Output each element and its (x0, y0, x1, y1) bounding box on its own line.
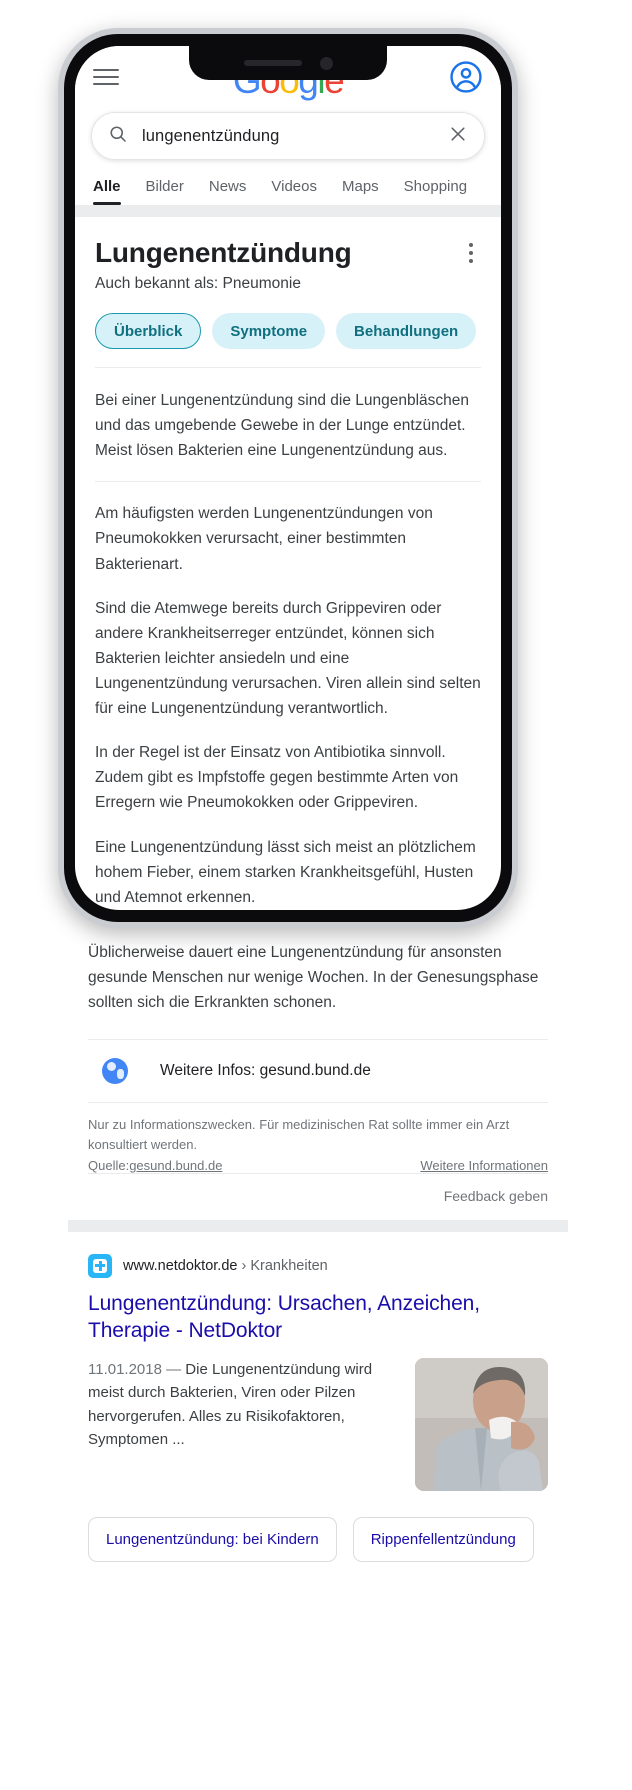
tab-alle[interactable]: Alle (93, 172, 121, 205)
medical-disclaimer: Nur zu Informationszwecken. Für medizini… (88, 1117, 510, 1153)
tab-bilder[interactable]: Bilder (146, 172, 184, 205)
related-searches: Lungenentzündung: bei Kindern Rippenfell… (68, 1491, 568, 1563)
result-date: 11.01.2018 — (88, 1361, 186, 1379)
hamburger-menu-icon[interactable] (93, 69, 119, 85)
search-tabs: Alle Bilder News Videos Maps Shopping (75, 172, 501, 206)
knowledge-panel: Lungenentzündung Auch bekannt als: Pneum… (75, 217, 501, 349)
phone-notch (189, 46, 387, 80)
related-chip-1[interactable]: Rippenfellentzündung (352, 1517, 534, 1563)
phone-bezel: Google lungenentzündung Alle Bilder News… (64, 34, 512, 922)
feedback-label[interactable]: Feedback geben (444, 1188, 548, 1204)
result-title[interactable]: Lungenentzündung: Ursachen, Anzeichen, T… (88, 1290, 548, 1345)
search-box[interactable]: lungenentzündung (91, 112, 485, 160)
kebab-menu-icon[interactable] (461, 237, 481, 263)
search-bar-container: lungenentzündung (75, 108, 501, 172)
screenshot-root: Üblicherweise dauert eine Lungenentzündu… (0, 0, 632, 1790)
chip-ueberblick[interactable]: Überblick (95, 313, 202, 349)
page-content-below-phone: Üblicherweise dauert eine Lungenentzündu… (68, 940, 568, 1563)
search-icon (108, 124, 128, 149)
kp-subtitle: Auch bekannt als: Pneumonie (95, 275, 301, 292)
tab-videos[interactable]: Videos (271, 172, 317, 205)
kp-body: Bei einer Lungenentzündung sind die Lung… (75, 367, 501, 910)
kp-paragraph-1: Bei einer Lungenentzündung sind die Lung… (95, 392, 470, 460)
result-domain: www.netdoktor.de (123, 1257, 238, 1274)
result-snippet: 11.01.2018 — Die Lungenentzündung wird m… (88, 1358, 399, 1491)
search-result[interactable]: www.netdoktor.de › Krankheiten Lungenent… (68, 1232, 568, 1492)
netdoktor-favicon-icon (88, 1253, 112, 1278)
search-input[interactable]: lungenentzündung (142, 127, 434, 146)
related-chip-0[interactable]: Lungenentzündung: bei Kindern (88, 1517, 337, 1563)
front-camera (319, 56, 333, 70)
result-thumbnail[interactable] (415, 1358, 548, 1492)
kp-title-row: Lungenentzündung (95, 237, 481, 269)
chip-symptome[interactable]: Symptome (212, 313, 326, 349)
feedback-row[interactable]: Feedback geben (88, 1172, 548, 1220)
kp-chip-row: Überblick Symptome Behandlungen U (95, 313, 481, 349)
result-url: www.netdoktor.de › Krankheiten (123, 1258, 328, 1274)
account-avatar-icon[interactable] (449, 60, 483, 94)
tab-shopping[interactable]: Shopping (404, 172, 467, 205)
chip-behandlungen[interactable]: Behandlungen (336, 313, 477, 349)
page-title: Lungenentzündung (95, 237, 352, 268)
result-path: › Krankheiten (237, 1257, 328, 1274)
globe-icon (102, 1058, 128, 1085)
tab-maps[interactable]: Maps (342, 172, 379, 205)
tab-news[interactable]: News (209, 172, 247, 205)
more-info-row[interactable]: Weitere Infos: gesund.bund.de (88, 1039, 548, 1104)
more-info-label: Weitere Infos: gesund.bund.de (160, 1062, 371, 1080)
section-separator (68, 1219, 568, 1232)
kp-paragraph-4: In der Regel ist der Einsatz von Antibio… (95, 744, 459, 812)
close-icon[interactable] (448, 124, 468, 149)
kp-paragraph-7: Üblicherweise dauert eine Lungenentzündu… (88, 944, 539, 1012)
more-information-link[interactable]: Weitere Informationen (420, 1158, 548, 1173)
tabs-separator (75, 206, 501, 217)
result-body: 11.01.2018 — Die Lungenentzündung wird m… (88, 1358, 548, 1492)
source-link[interactable]: gesund.bund.de (129, 1158, 222, 1173)
kp-paragraph-3: Sind die Atemwege bereits durch Grippevi… (95, 599, 481, 718)
phone-mockup: Google lungenentzündung Alle Bilder News… (58, 28, 518, 928)
kp-paragraph-2: Am häufigsten werden Lungenentzündungen … (95, 505, 433, 573)
source-row: Quelle: gesund.bund.de Weitere Informati… (88, 1156, 548, 1173)
result-source-row: www.netdoktor.de › Krankheiten (88, 1253, 548, 1278)
source-prefix: Quelle: (88, 1157, 130, 1173)
kp-paragraph-5: Eine Lungenentzündung lässt sich meist a… (95, 838, 476, 906)
phone-screen: Google lungenentzündung Alle Bilder News… (75, 46, 501, 910)
knowledge-panel-continued: Üblicherweise dauert eine Lungenentzündu… (68, 940, 568, 1220)
earpiece-speaker (243, 60, 302, 66)
